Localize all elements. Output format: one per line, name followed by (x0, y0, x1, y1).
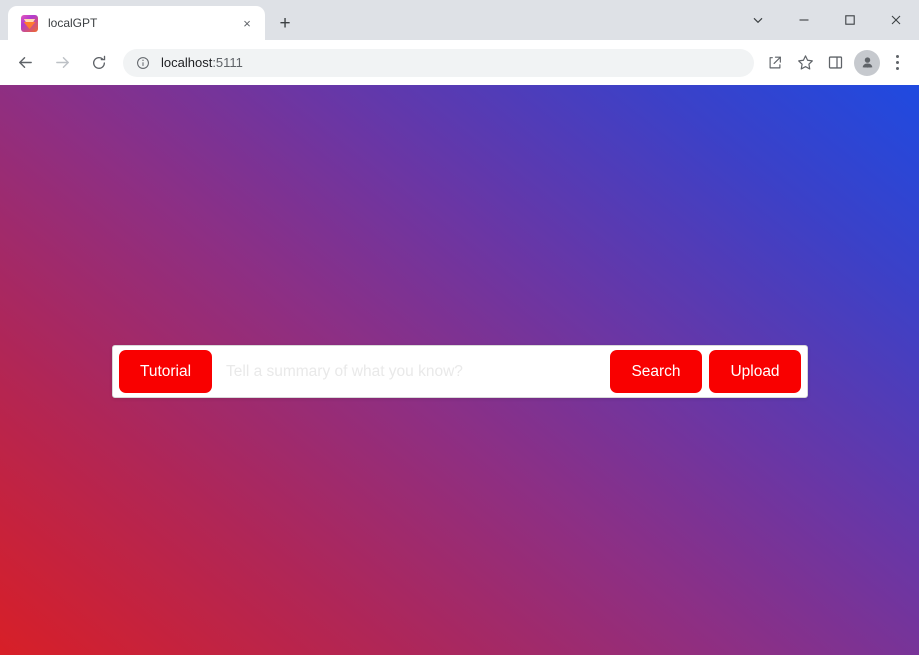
tab-title: localGPT (48, 16, 98, 30)
search-bar: Tutorial Search Upload (112, 345, 808, 398)
star-icon[interactable] (790, 48, 820, 78)
menu-dot (895, 67, 899, 70)
tutorial-button[interactable]: Tutorial (119, 350, 212, 393)
forward-icon (46, 47, 78, 79)
tab-strip: localGPT × + (0, 0, 919, 40)
upload-button[interactable]: Upload (709, 350, 801, 393)
url-host: localhost (161, 55, 213, 70)
menu-dot (895, 61, 899, 64)
share-icon[interactable] (760, 48, 790, 78)
chevron-down-icon[interactable] (735, 3, 781, 37)
close-icon[interactable]: × (237, 13, 257, 33)
browser-tab-localgpt[interactable]: localGPT × (8, 6, 265, 40)
profile-avatar-icon[interactable] (854, 49, 880, 76)
browser-window: localGPT × + localhost:5111 Tutorial Tel… (0, 0, 919, 655)
search-input[interactable] (212, 351, 610, 392)
maximize-icon[interactable] (827, 3, 873, 37)
menu-dot (895, 55, 899, 58)
address-bar[interactable]: localhost:5111 (123, 48, 754, 77)
url-text: localhost:5111 (161, 55, 243, 70)
close-window-icon[interactable] (873, 3, 919, 37)
side-panel-icon[interactable] (820, 48, 850, 78)
minimize-icon[interactable] (781, 3, 827, 37)
search-button[interactable]: Search (610, 350, 702, 393)
localgpt-logo-icon (21, 14, 38, 32)
browser-toolbar: localhost:5111 (0, 40, 919, 85)
new-tab-button[interactable]: + (271, 9, 299, 37)
window-controls (735, 0, 919, 40)
reload-icon[interactable] (83, 47, 115, 79)
url-port: :5111 (212, 55, 243, 70)
site-information-icon[interactable] (135, 55, 151, 71)
three-dot-menu-icon[interactable] (884, 48, 910, 78)
back-icon[interactable] (9, 47, 41, 79)
search-panel: Tutorial Search Upload (112, 345, 808, 398)
page-viewport: Tutorial Search Upload (0, 85, 919, 655)
